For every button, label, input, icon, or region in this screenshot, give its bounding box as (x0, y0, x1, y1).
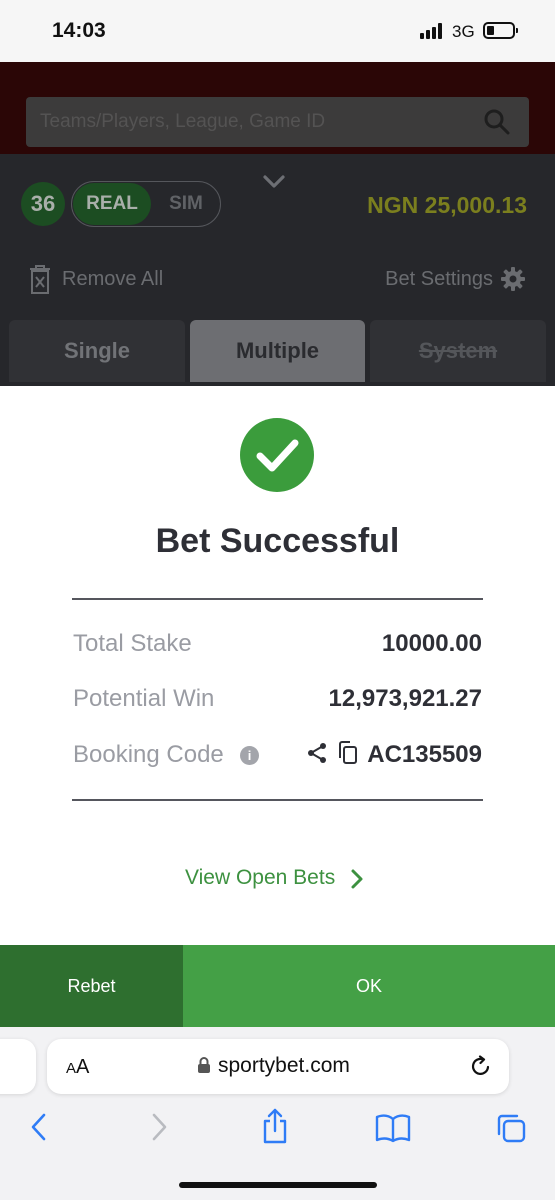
top-divider (72, 598, 483, 600)
potential-win-value: 12,973,921.27 (328, 685, 482, 712)
bet-settings-button[interactable]: Bet Settings (385, 268, 493, 291)
status-time: 14:03 (52, 19, 106, 42)
remove-all-button[interactable]: Remove All (62, 268, 163, 291)
reader-options-button[interactable]: AA (66, 1056, 89, 1079)
share-sheet-icon[interactable] (260, 1108, 290, 1144)
back-icon[interactable] (28, 1112, 50, 1142)
ok-button[interactable]: OK (183, 945, 555, 1027)
tabs-icon[interactable] (495, 1112, 527, 1144)
potential-win-label: Potential Win (73, 685, 215, 712)
view-open-bets-link[interactable]: View Open Bets (185, 866, 335, 890)
info-icon[interactable]: i (240, 746, 259, 765)
reload-icon[interactable] (470, 1055, 492, 1077)
url-text[interactable]: sportybet.com (218, 1054, 350, 1078)
copy-icon[interactable] (336, 741, 358, 765)
bottom-divider (72, 799, 483, 801)
account-balance: NGN 25,000.13 (367, 192, 527, 218)
lock-icon (198, 1057, 210, 1073)
status-bar: 14:03 3G (0, 0, 555, 62)
cellular-signal-icon (420, 23, 446, 39)
address-bar[interactable]: AA sportybet.com (47, 1039, 509, 1094)
real-sim-toggle[interactable]: REAL SIM (71, 181, 221, 227)
booking-code-label: Booking Code (73, 741, 224, 768)
tab-multiple[interactable]: Multiple (190, 320, 365, 382)
modal-title: Bet Successful (155, 522, 400, 560)
selection-count-badge: 36 (21, 182, 65, 226)
chevron-right-icon[interactable] (350, 868, 364, 890)
bookmarks-icon[interactable] (375, 1113, 411, 1143)
search-placeholder: Teams/Players, League, Game ID (40, 111, 326, 132)
tab-system: System (370, 320, 546, 382)
search-icon[interactable] (483, 108, 511, 136)
previous-tab-card[interactable] (0, 1039, 36, 1094)
total-stake-value: 10000.00 (381, 630, 482, 657)
tab-single[interactable]: Single (9, 320, 185, 382)
trash-icon[interactable] (29, 265, 51, 295)
home-indicator (179, 1182, 377, 1188)
battery-icon (483, 22, 518, 39)
success-check-icon (240, 418, 314, 492)
total-stake-label: Total Stake (73, 630, 192, 657)
network-type: 3G (452, 22, 475, 41)
search-input[interactable]: Teams/Players, League, Game ID (26, 97, 529, 147)
chevron-down-icon[interactable] (262, 172, 286, 192)
share-icon[interactable] (307, 742, 327, 764)
booking-code-value[interactable]: AC135509 (367, 741, 482, 769)
forward-icon[interactable] (148, 1112, 170, 1142)
gear-icon[interactable] (500, 266, 526, 292)
sim-mode-option[interactable]: SIM (160, 183, 212, 225)
real-mode-option[interactable]: REAL (73, 183, 151, 225)
bet-success-modal: Bet Successful Total Stake 10000.00 Pote… (0, 386, 555, 946)
rebet-button[interactable]: Rebet (0, 945, 183, 1027)
